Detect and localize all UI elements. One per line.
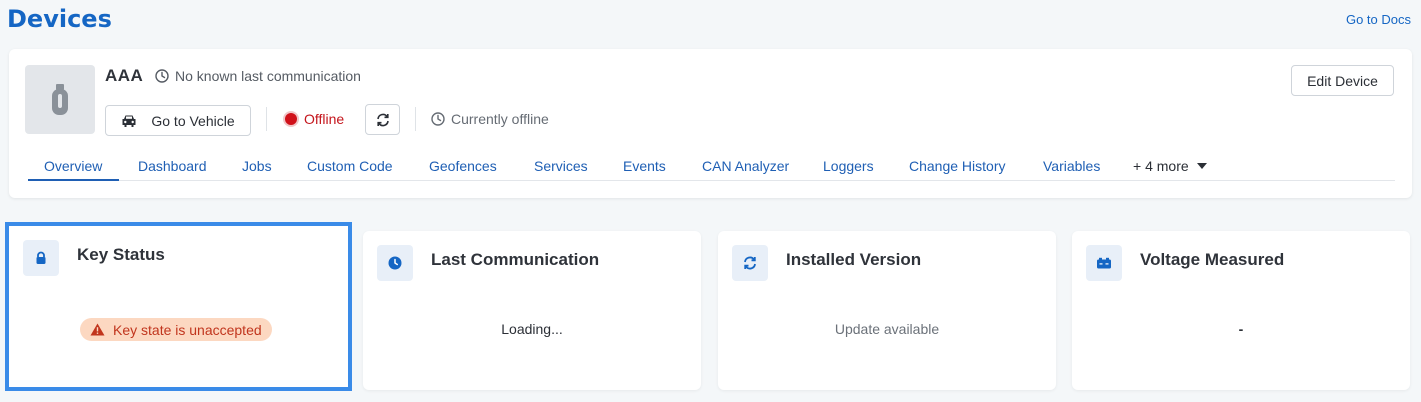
warning-icon [90, 323, 105, 336]
key-status-value: Key state is unaccepted [113, 321, 262, 338]
active-tab-indicator [28, 179, 119, 181]
divider [266, 107, 267, 131]
offline-dot-icon [285, 113, 297, 125]
go-to-vehicle-button[interactable]: Go to Vehicle [105, 105, 251, 136]
refresh-icon [376, 113, 389, 126]
installed-version-value: Update available [834, 321, 940, 337]
voltage-measured-card[interactable]: Voltage Measured - [1072, 231, 1410, 390]
card-title: Voltage Measured [1140, 250, 1285, 269]
chevron-down-icon [1196, 163, 1207, 169]
car-icon [122, 115, 136, 127]
tab-jobs[interactable]: Jobs [242, 158, 272, 174]
icon-box [377, 245, 413, 281]
go-to-docs-link[interactable]: Go to Docs [1346, 12, 1411, 27]
tab-dashboard[interactable]: Dashboard [138, 158, 207, 174]
card-title: Last Communication [431, 250, 600, 269]
connection-state: Currently offline [431, 111, 549, 127]
tab-loggers[interactable]: Loggers [823, 158, 874, 174]
page-title: Devices [7, 5, 112, 33]
go-to-vehicle-label: Go to Vehicle [151, 112, 235, 129]
clock-icon [155, 69, 169, 83]
tab-services[interactable]: Services [534, 158, 588, 174]
device-card: AAA No known last communication Go to Ve… [9, 49, 1412, 198]
key-status-card[interactable]: Key Status Key state is unaccepted [5, 222, 352, 391]
sync-icon [744, 256, 756, 270]
currently-offline-text: Currently offline [451, 111, 549, 127]
more-tabs-label: + 4 more [1133, 158, 1189, 174]
usb-device-icon [52, 83, 68, 115]
tab-can-analyzer[interactable]: CAN Analyzer [702, 158, 789, 174]
battery-icon [1097, 257, 1111, 269]
more-tabs-dropdown[interactable]: + 4 more [1133, 158, 1207, 174]
last-communication-card[interactable]: Last Communication Loading... [363, 231, 701, 390]
device-name: AAA [105, 66, 144, 85]
lock-icon [36, 251, 46, 264]
card-title: Key Status [77, 245, 165, 264]
tab-change-history[interactable]: Change History [909, 158, 1006, 174]
last-communication-text: No known last communication [175, 68, 361, 84]
card-title: Installed Version [786, 250, 922, 269]
tab-events[interactable]: Events [623, 158, 666, 174]
status-badge: Offline [285, 111, 344, 127]
icon-box [732, 245, 768, 281]
last-communication-value: Loading... [501, 321, 563, 337]
voltage-value: - [1238, 321, 1244, 337]
device-tabs: Overview Dashboard Jobs Custom Code Geof… [28, 157, 1395, 181]
edit-device-button[interactable]: Edit Device [1291, 65, 1394, 96]
tab-geofences[interactable]: Geofences [429, 158, 497, 174]
warning-badge: Key state is unaccepted [80, 318, 272, 341]
last-communication-info: No known last communication [155, 68, 361, 84]
clock-icon [388, 256, 402, 270]
refresh-button[interactable] [365, 104, 400, 135]
tab-custom-code[interactable]: Custom Code [307, 158, 393, 174]
icon-box [23, 240, 59, 276]
device-thumbnail [25, 65, 95, 134]
installed-version-card[interactable]: Installed Version Update available [718, 231, 1056, 390]
status-text: Offline [304, 111, 345, 127]
clock-icon [431, 112, 445, 126]
divider [415, 107, 416, 131]
tab-variables[interactable]: Variables [1043, 158, 1100, 174]
tab-overview[interactable]: Overview [44, 158, 102, 174]
icon-box [1086, 245, 1122, 281]
